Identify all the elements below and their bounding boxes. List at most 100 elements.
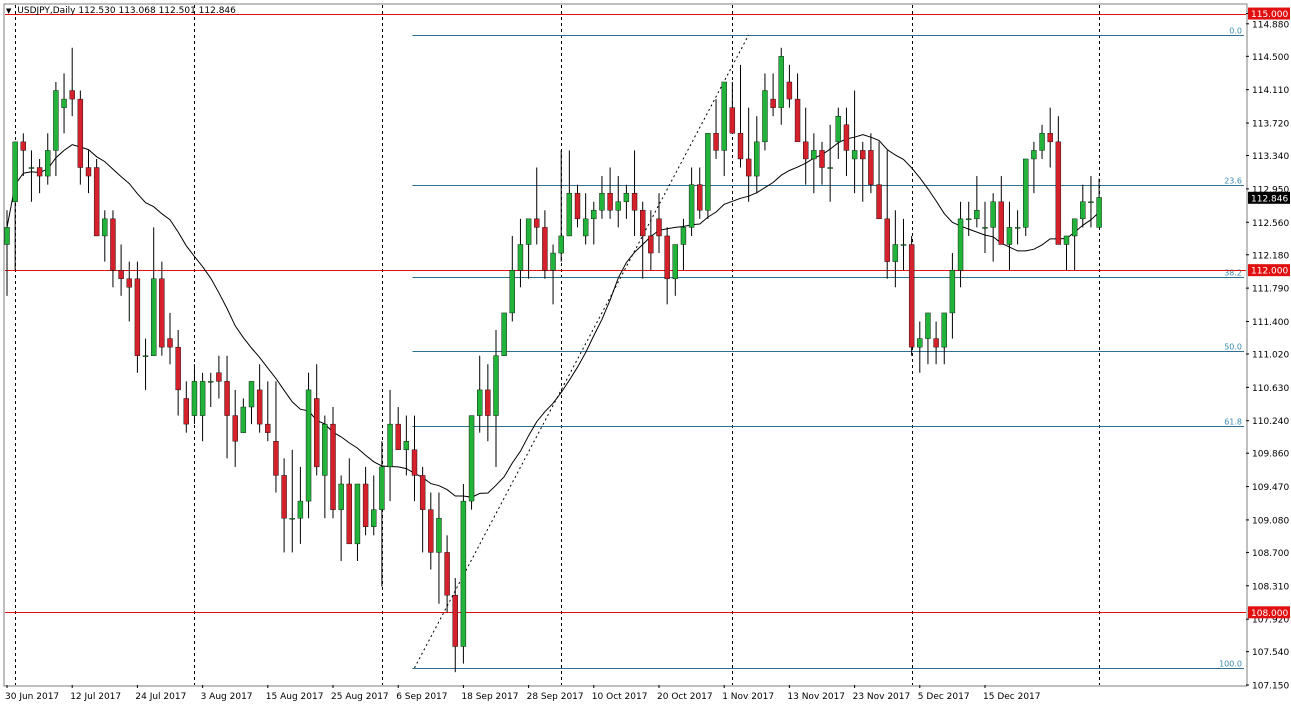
candle-body — [1023, 158, 1029, 228]
candle-body — [36, 167, 43, 177]
candle — [884, 150, 890, 279]
y-tick-label: 111.020 — [1252, 350, 1289, 360]
candle — [803, 107, 809, 185]
candle-body — [640, 210, 646, 237]
candle — [745, 107, 752, 202]
candle — [558, 150, 564, 262]
candle-body — [20, 141, 26, 151]
candle — [811, 133, 817, 194]
candle — [868, 133, 874, 194]
candle-body — [998, 201, 1004, 245]
candle-body — [908, 244, 915, 348]
candle — [411, 415, 418, 502]
candle-body — [525, 218, 532, 245]
x-tick-label: 23 Nov 2017 — [853, 692, 911, 702]
candle — [1088, 176, 1094, 228]
candle-body — [729, 107, 736, 134]
x-tick-label: 13 Nov 2017 — [787, 692, 845, 702]
candle — [493, 330, 499, 467]
candle-body — [917, 338, 923, 348]
candle-body — [428, 509, 434, 553]
candle-body — [4, 227, 10, 245]
candle-body — [1071, 218, 1078, 237]
candle — [387, 389, 393, 502]
candle-body — [558, 235, 564, 254]
y-tick-label: 108.310 — [1252, 582, 1289, 592]
x-tick-label: 1 Nov 2017 — [722, 692, 774, 702]
candle — [395, 407, 401, 450]
candle-body — [371, 509, 377, 527]
candle-body — [69, 90, 75, 100]
x-tick-label: 28 Sep 2017 — [527, 692, 584, 702]
candle-body — [591, 210, 597, 220]
candle — [827, 124, 833, 202]
candle — [860, 141, 866, 202]
candle-body — [974, 210, 980, 220]
candle-body — [1055, 141, 1062, 245]
candle-body — [273, 441, 279, 476]
candle — [892, 210, 899, 288]
candle-body — [851, 150, 858, 160]
candle-body — [1088, 201, 1094, 203]
chart-frame: 0.0 23.6 38.2 50.0 61.8 100.0 115.000114.880 1… — [0, 0, 1291, 710]
candle-body — [819, 150, 825, 168]
candle-body — [990, 201, 996, 228]
candle — [640, 201, 646, 279]
candle-body — [933, 338, 939, 348]
candle-body — [623, 192, 630, 202]
current-price-label: 112.846 — [1251, 194, 1288, 204]
candle — [216, 355, 222, 399]
candle-body — [28, 167, 35, 169]
y-tick-label: 114.110 — [1252, 86, 1289, 96]
fib-level-label: 23.6 — [1224, 177, 1242, 186]
triangle-down-icon[interactable]: ▼ — [6, 7, 11, 15]
candle — [623, 184, 630, 219]
candlestick-chart: 0.0 23.6 38.2 50.0 61.8 100.0 115.000114.880 1… — [3, 3, 1290, 702]
candle-body — [1039, 133, 1045, 151]
candle — [354, 483, 361, 561]
candle-body — [827, 167, 833, 169]
candle-body — [811, 150, 817, 160]
fib-level-label: 100.0 — [1219, 660, 1242, 669]
candle — [1023, 158, 1029, 236]
candle-body — [53, 90, 59, 151]
candle-body — [745, 158, 752, 177]
candle-body — [338, 483, 344, 510]
ohlc-high: 113.068 — [118, 6, 156, 16]
candle-body — [754, 141, 760, 177]
candle — [85, 150, 92, 194]
candle — [835, 107, 841, 159]
candle-body — [493, 355, 499, 416]
candle — [208, 372, 214, 408]
candle — [599, 176, 605, 219]
candle — [297, 466, 304, 544]
candle — [485, 364, 491, 442]
candle-body — [582, 218, 589, 237]
candle — [102, 210, 108, 262]
x-tick-label: 15 Aug 2017 — [266, 692, 324, 702]
candle-body — [688, 184, 695, 228]
candle-body — [330, 423, 336, 510]
candle-body — [93, 167, 100, 237]
ohlc-close: 112.846 — [198, 6, 236, 16]
candle — [1039, 124, 1045, 159]
candle — [150, 227, 157, 356]
candle — [77, 90, 84, 185]
x-tick-label: 6 Sep 2017 — [396, 692, 447, 702]
candle-body — [150, 278, 157, 356]
y-tick-label: 108.700 — [1252, 549, 1289, 559]
y-tick-label: 113.340 — [1252, 152, 1289, 162]
candle — [338, 475, 344, 561]
candle-body — [460, 500, 467, 647]
candle-body — [256, 389, 263, 425]
candle-body — [941, 312, 947, 348]
candle — [737, 64, 744, 168]
candle-body — [485, 389, 491, 416]
candle — [607, 167, 613, 219]
candle — [574, 184, 581, 228]
candle — [843, 107, 850, 177]
candle-body — [680, 227, 687, 245]
candle-body — [419, 475, 426, 510]
y-tick-label: 111.400 — [1252, 318, 1289, 328]
candle — [1006, 201, 1013, 271]
